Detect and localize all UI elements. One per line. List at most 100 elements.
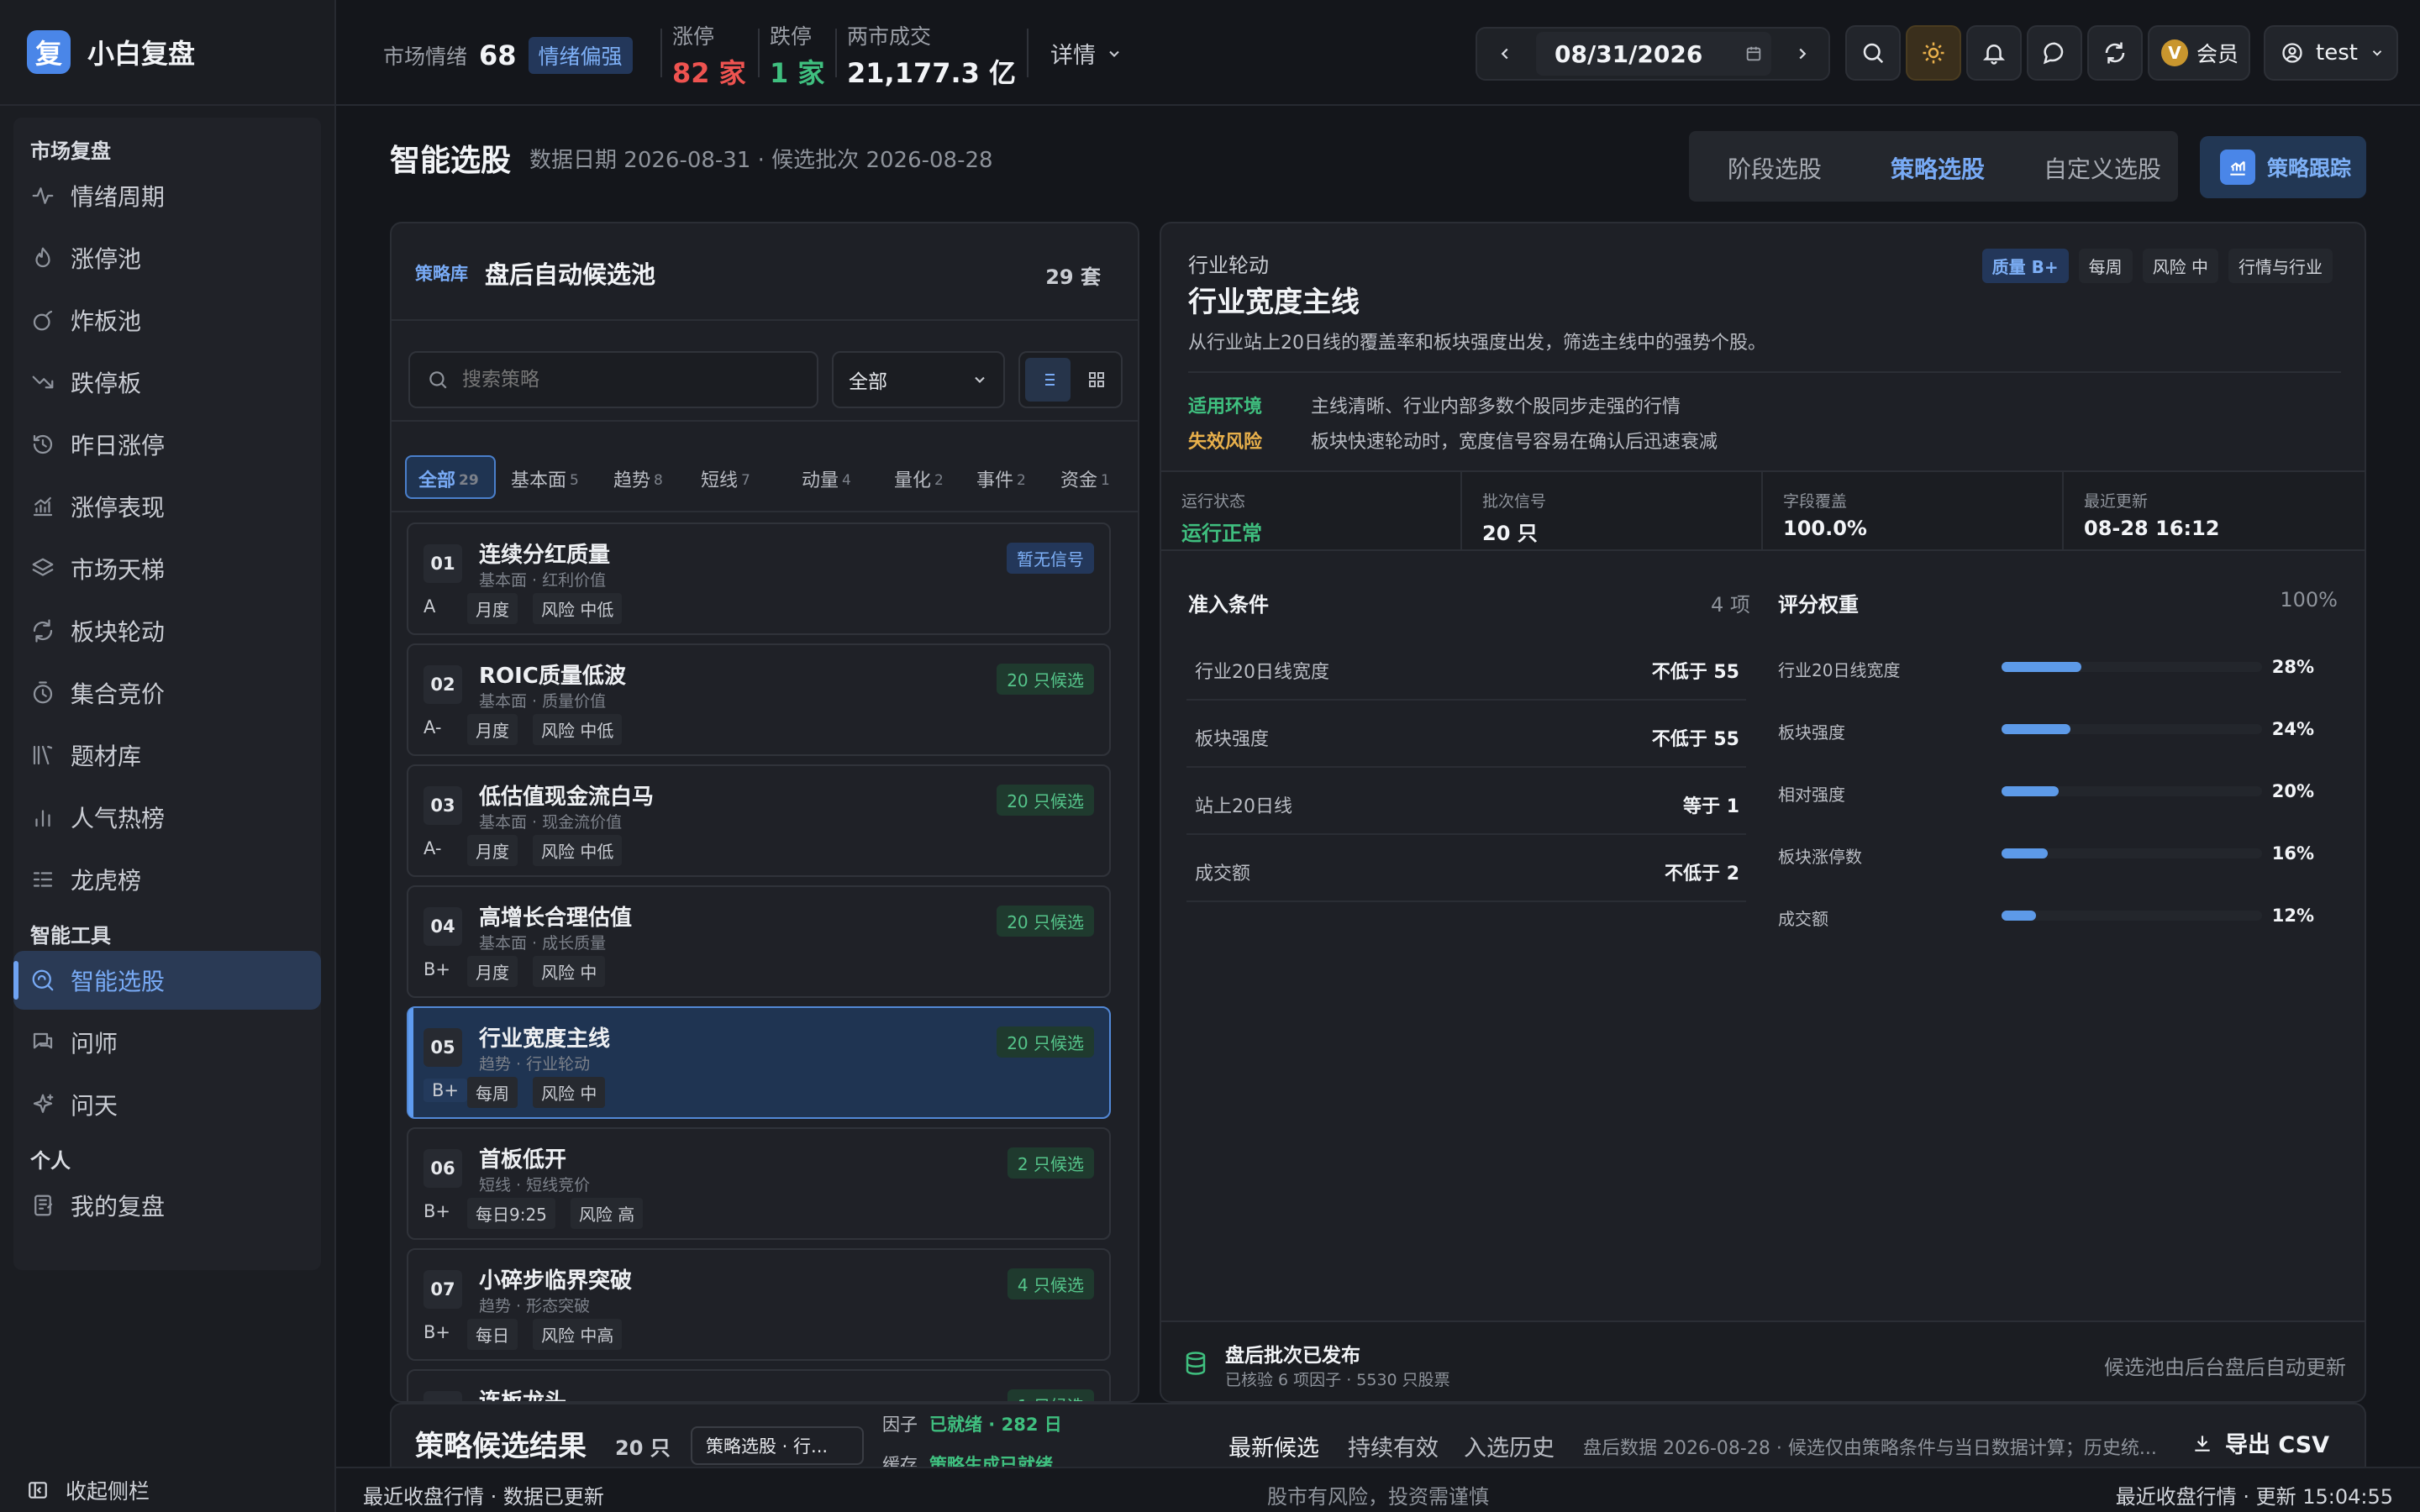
category-select[interactable]: 全部	[832, 351, 1005, 408]
sidebar-item-bar-trend[interactable]: 涨停表现	[13, 477, 321, 536]
filter-tab[interactable]: 基本面 5	[511, 465, 579, 492]
quality-tag: 质量 B+	[1981, 249, 2069, 283]
sidebar-item-bomb[interactable]: 炸板池	[13, 291, 321, 349]
notifications-button[interactable]	[1966, 25, 2022, 81]
prev-date-button[interactable]	[1477, 29, 1533, 79]
filter-tab[interactable]: 全部 29	[418, 465, 479, 492]
filter-tab[interactable]: 趋势 8	[613, 465, 663, 492]
sidebar-item-chat[interactable]: 问师	[13, 1013, 321, 1072]
tab-custom[interactable]: 自定义选股	[2044, 151, 2161, 185]
strategy-card[interactable]: 03 低估值现金流白马 基本面 · 现金流价值 A- 月度 风险 中低 20 只候选	[407, 764, 1111, 877]
strategy-card[interactable]: 06 首板低开 短线 · 短线竞价 B+ 每日9:25 风险 高 2 只候选	[407, 1127, 1111, 1240]
list-icon	[1038, 370, 1058, 390]
tab-latest-candidates[interactable]: 最新候选	[1228, 1430, 1319, 1462]
weight-row: 行业20日线宽度 28%	[1778, 657, 2341, 719]
stat-value: 08-28 16:12	[2084, 517, 2220, 540]
strategy-card[interactable]: 05 行业宽度主线 趋势 · 行业轮动 B+ 每周 风险 中 20 只候选	[407, 1006, 1111, 1119]
stat-cell: 运行状态 运行正常	[1161, 472, 1462, 549]
filter-tab[interactable]: 动量 4	[802, 465, 851, 492]
strategy-frequency: 月度	[467, 835, 518, 866]
stat-label: 字段覆盖	[1783, 492, 1848, 511]
vip-button[interactable]: V 会员	[2148, 25, 2250, 81]
sidebar-item-sparkle[interactable]: 问天	[13, 1075, 321, 1134]
sidebar-item-label: 炸板池	[71, 307, 142, 335]
messages-button[interactable]	[2027, 25, 2082, 81]
next-date-button[interactable]	[1775, 29, 1830, 79]
factor-value: 已就绪 · 282 日	[929, 1415, 1062, 1435]
sidebar-item-list[interactable]: 龙虎榜	[13, 850, 321, 909]
strategy-track-button[interactable]: 策略跟踪	[2200, 136, 2366, 198]
weight-bar-fill	[2002, 848, 2048, 858]
weights-title: 评分权重	[1778, 593, 1859, 617]
brand[interactable]: 复 小白复盘	[0, 0, 336, 106]
batch-title: 盘后批次已发布	[1225, 1345, 1360, 1367]
strategy-subtitle: 趋势 · 行业轮动	[479, 1055, 591, 1074]
filter-tab[interactable]: 事件 2	[976, 465, 1026, 492]
collapse-sidebar-button[interactable]: 收起侧栏	[0, 1468, 308, 1512]
theme-toggle-button[interactable]	[1906, 25, 1961, 81]
sentiment-value: 68	[479, 39, 517, 71]
filter-count: 29	[459, 472, 479, 489]
date-input[interactable]: 08/31/2026	[1536, 32, 1771, 76]
strategy-subtitle: 基本面 · 成长质量	[479, 934, 607, 953]
sidebar-item-flame[interactable]: 涨停池	[13, 228, 321, 287]
sun-icon	[1921, 40, 1946, 66]
tab-strategy[interactable]: 策略选股	[1891, 151, 1985, 185]
strategy-number: 07	[424, 1270, 462, 1309]
sentiment-block[interactable]: 市场情绪 68 情绪偏强	[383, 37, 633, 74]
strategy-card[interactable]: 04 高增长合理估值 基本面 · 成长质量 B+ 月度 风险 中 20 只候选	[407, 885, 1111, 998]
filter-tab[interactable]: 量化 2	[894, 465, 944, 492]
strategy-card[interactable]: 02 ROIC质量低波 基本面 · 质量价值 A- 月度 风险 中低 20 只候选	[407, 643, 1111, 756]
sidebar-item-rotate[interactable]: 板块轮动	[13, 601, 321, 660]
weight-bar-fill	[2002, 786, 2059, 796]
results-select-value: 策略选股 · 行...	[706, 1436, 829, 1457]
sidebar-item-chart-bars[interactable]: 人气热榜	[13, 788, 321, 847]
detail-category: 行业轮动	[1188, 254, 1269, 277]
track-label: 策略跟踪	[2267, 156, 2352, 181]
sidebar-item-layers[interactable]: 市场天梯	[13, 539, 321, 598]
strategy-grade: A	[424, 596, 436, 617]
strategy-card[interactable]: 07 小碎步临界突破 趋势 · 形态突破 B+ 每日 风险 中高 4 只候选	[407, 1248, 1111, 1361]
strategy-risk: 风险 中低	[533, 593, 623, 624]
detail-dropdown[interactable]: 详情	[1050, 37, 1123, 70]
list-view-button[interactable]	[1025, 358, 1071, 402]
strategy-search-input[interactable]	[462, 369, 798, 391]
weight-bar	[2002, 786, 2262, 796]
strategy-card[interactable]: 01 连续分红质量 基本面 · 红利价值 A 月度 风险 中低 暂无信号	[407, 522, 1111, 635]
strategy-subtitle: 基本面 · 红利价值	[479, 571, 607, 590]
strategy-grade: B+	[424, 1201, 451, 1221]
weights-list: 行业20日线宽度 28% 板块强度 24% 相对强度 20% 板块涨停数 16% 成交额 12%	[1161, 657, 2365, 993]
limit-down-stat[interactable]: 跌停 1 家	[770, 20, 824, 91]
strategy-number: 02	[424, 665, 462, 704]
strategy-card[interactable]: 08 连板龙头 1 只候选	[407, 1369, 1111, 1401]
top-header: 市场情绪 68 情绪偏强 涨停 82 家 跌停 1 家 两市成交 21,177.…	[336, 0, 2420, 106]
results-strategy-select[interactable]: 策略选股 · 行...	[691, 1426, 864, 1465]
search-button[interactable]	[1845, 25, 1901, 81]
tab-selection-history[interactable]: 入选历史	[1464, 1430, 1555, 1462]
sidebar-item-label: 龙虎榜	[71, 867, 142, 895]
tab-stage[interactable]: 阶段选股	[1728, 151, 1822, 185]
sidebar-item-trend-down[interactable]: 跌停板	[13, 353, 321, 412]
refresh-button[interactable]	[2087, 25, 2143, 81]
sidebar-item-timer[interactable]: 集合竞价	[13, 664, 321, 722]
timer-icon	[30, 680, 55, 706]
divider	[392, 420, 1138, 422]
sidebar-item-library[interactable]: 题材库	[13, 726, 321, 785]
turnover-stat[interactable]: 两市成交 21,177.3 亿	[847, 20, 1016, 91]
filter-tab[interactable]: 资金 1	[1060, 465, 1110, 492]
sidebar-item-notebook[interactable]: 我的复盘	[13, 1176, 321, 1235]
cache-value: 策略生成已就绪	[929, 1455, 1053, 1467]
sidebar-item-search-circle[interactable]: 智能选股	[13, 951, 321, 1010]
user-menu[interactable]: test	[2264, 25, 2398, 81]
sidebar-item-history[interactable]: 昨日涨停	[13, 415, 321, 474]
chevron-down-icon	[2370, 45, 2385, 60]
sidebar-item-pulse[interactable]: 情绪周期	[13, 166, 321, 225]
export-csv-button[interactable]: 导出 CSV	[2191, 1426, 2329, 1459]
weight-value: 20%	[2271, 781, 2314, 801]
filter-tab[interactable]: 短线 7	[701, 465, 750, 492]
tab-still-valid[interactable]: 持续有效	[1348, 1430, 1439, 1462]
grid-view-button[interactable]	[1074, 358, 1119, 402]
strategy-search-field[interactable]	[408, 351, 818, 408]
sidebar-item-label: 人气热榜	[71, 805, 166, 832]
limit-up-stat[interactable]: 涨停 82 家	[672, 20, 746, 91]
